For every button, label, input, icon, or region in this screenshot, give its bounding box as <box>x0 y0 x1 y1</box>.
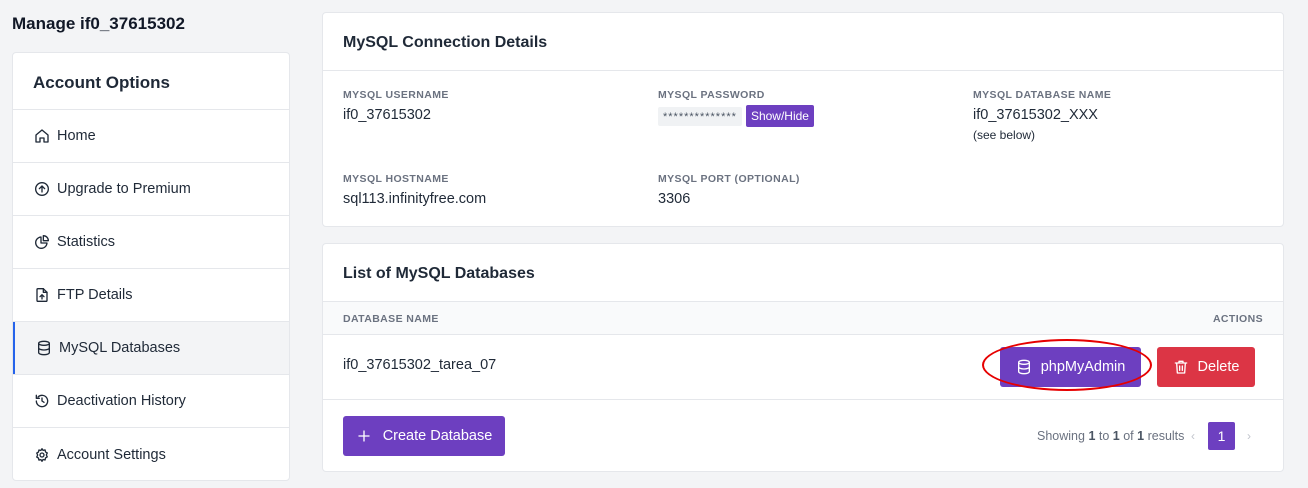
database-name-cell: if0_37615302_tarea_07 <box>343 357 497 373</box>
sidebar-item-mysql[interactable]: MySQL Databases <box>13 322 289 375</box>
results-from: 1 <box>1088 429 1096 443</box>
results-of-word: of <box>1123 429 1134 443</box>
highlight-circle <box>982 339 1152 391</box>
database-icon <box>38 340 50 356</box>
sidebar-item-label: Statistics <box>57 234 116 250</box>
create-database-button[interactable]: Create Database <box>343 416 505 456</box>
results-prefix: Showing <box>1037 429 1085 443</box>
home-icon <box>35 129 49 143</box>
sidebar-item-upgrade[interactable]: Upgrade to Premium <box>13 163 289 216</box>
sidebar-item-account-settings[interactable]: Account Settings <box>13 428 289 480</box>
pie-chart-icon <box>35 235 49 249</box>
database-name-note: (see below) <box>973 128 1036 142</box>
port-field: MYSQL PORT (OPTIONAL) 3306 <box>658 173 800 207</box>
connection-details-card: MySQL Connection Details MYSQL USERNAME … <box>322 12 1284 227</box>
gear-icon <box>36 447 48 462</box>
port-value: 3306 <box>658 191 691 207</box>
sidebar-item-deactivation[interactable]: Deactivation History <box>13 375 289 428</box>
username-label: MYSQL USERNAME <box>343 89 449 101</box>
results-summary: Showing 1 to 1 of 1 results <box>1037 429 1184 443</box>
port-label: MYSQL PORT (OPTIONAL) <box>658 173 800 185</box>
file-upload-icon <box>36 288 48 302</box>
show-hide-button[interactable]: Show/Hide <box>745 105 814 127</box>
account-options-sidebar: Account Options Home Upgrade to Premium … <box>12 52 290 481</box>
sidebar-item-label: Upgrade to Premium <box>57 181 191 197</box>
delete-label: Delete <box>1197 359 1240 375</box>
database-name-value: if0_37615302_XXX <box>973 107 1098 123</box>
connection-details-title: MySQL Connection Details <box>323 13 1283 71</box>
create-database-label: Create Database <box>382 428 493 444</box>
results-suffix: results <box>1147 429 1185 443</box>
column-database-name: DATABASE NAME <box>343 313 439 325</box>
table-header: DATABASE NAME ACTIONS <box>323 302 1283 335</box>
password-mask: ************** <box>658 106 742 126</box>
pagination-next[interactable]: › <box>1247 429 1251 443</box>
hostname-field: MYSQL HOSTNAME sql113.infinityfree.com <box>343 173 486 207</box>
sidebar-item-label: MySQL Databases <box>59 340 181 356</box>
database-name-field: MYSQL DATABASE NAME if0_37615302_XXX (se… <box>973 89 1111 142</box>
password-label: MYSQL PASSWORD <box>658 89 765 101</box>
table-row: if0_37615302_tarea_07 phpMyAdmin Delete <box>323 335 1283 400</box>
database-list-title: List of MySQL Databases <box>323 244 1283 302</box>
results-to: 1 <box>1112 429 1120 443</box>
password-field: MYSQL PASSWORD ************** Show/Hide <box>658 89 814 127</box>
sidebar-item-label: Account Settings <box>57 446 166 463</box>
delete-button[interactable]: Delete <box>1157 347 1255 387</box>
username-field: MYSQL USERNAME if0_37615302 <box>343 89 449 123</box>
sidebar-item-label: FTP Details <box>57 287 133 303</box>
sidebar-item-label: Deactivation History <box>57 393 186 409</box>
history-icon <box>35 394 49 408</box>
trash-icon <box>1174 360 1187 374</box>
database-list-card: List of MySQL Databases DATABASE NAME AC… <box>322 243 1284 472</box>
sidebar-item-home[interactable]: Home <box>13 110 289 163</box>
results-to-word: to <box>1098 429 1110 443</box>
page-title: Manage if0_37615302 <box>12 14 185 33</box>
username-value: if0_37615302 <box>343 107 431 123</box>
hostname-label: MYSQL HOSTNAME <box>343 173 449 185</box>
plus-icon <box>358 430 370 442</box>
pagination-prev[interactable]: ‹ <box>1191 429 1195 443</box>
column-actions: ACTIONS <box>1212 313 1263 325</box>
sidebar-item-ftp[interactable]: FTP Details <box>13 269 289 322</box>
database-name-label: MYSQL DATABASE NAME <box>973 89 1112 101</box>
arrow-up-circle-icon <box>35 182 49 196</box>
hostname-value: sql113.infinityfree.com <box>343 191 487 207</box>
results-total: 1 <box>1137 429 1145 443</box>
sidebar-item-label: Home <box>57 128 96 144</box>
sidebar-header: Account Options <box>13 53 289 110</box>
sidebar-item-statistics[interactable]: Statistics <box>13 216 289 269</box>
pagination-page[interactable]: 1 <box>1208 422 1235 450</box>
